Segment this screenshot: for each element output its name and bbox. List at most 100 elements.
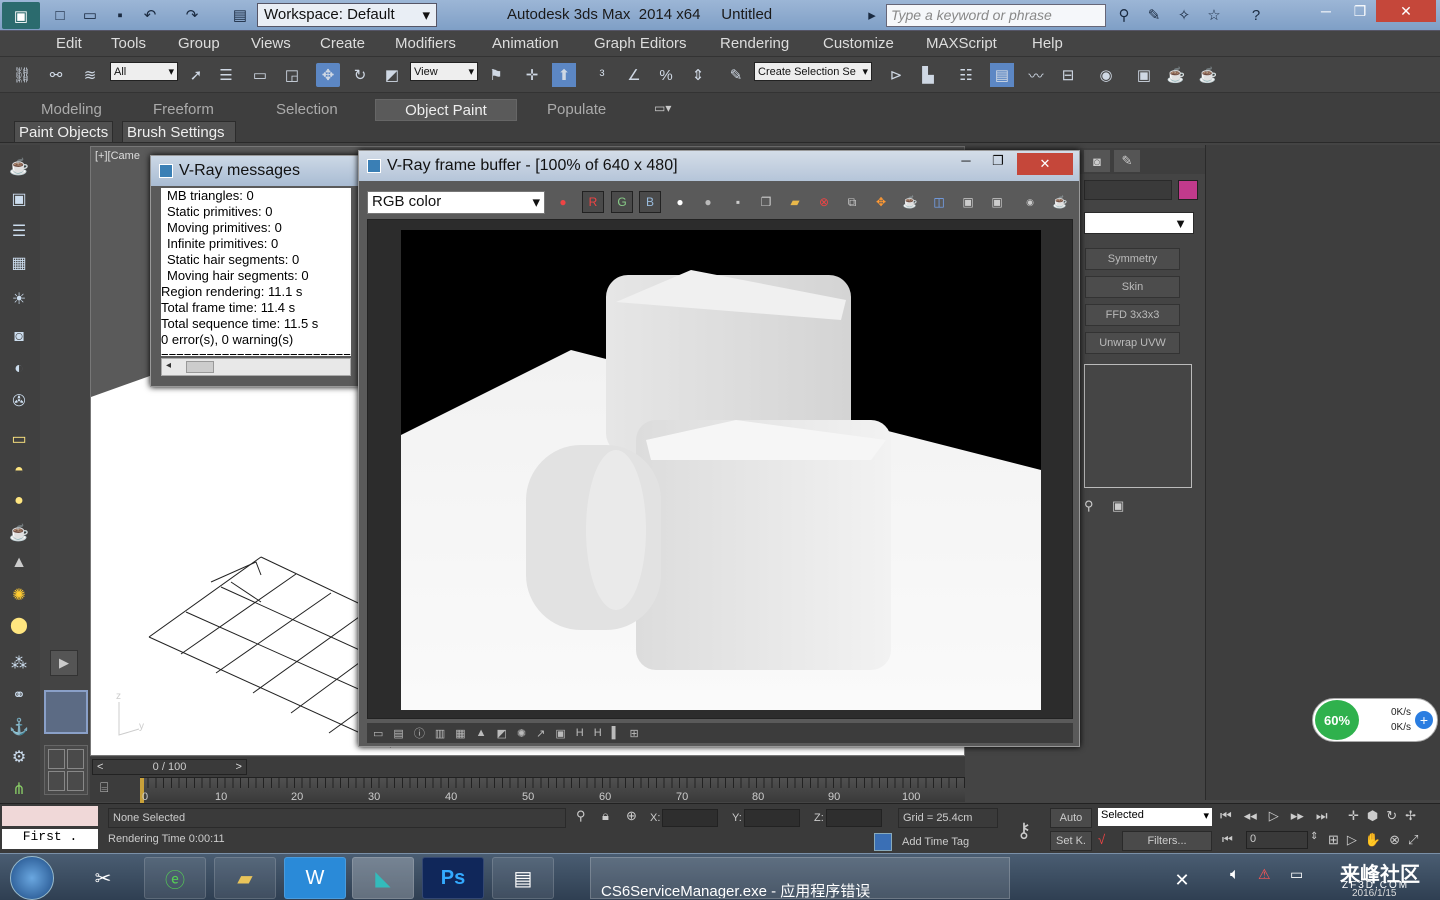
disc-icon[interactable]: ⬤ [6,613,32,637]
menu-edit[interactable]: Edit [56,35,82,52]
particles-icon[interactable]: ⁂ [6,651,32,675]
redo-icon[interactable]: ↷ [180,3,204,27]
levels-icon[interactable]: ▥ [435,727,445,740]
mini-curve-editor-icon[interactable]: ⌸ [100,779,108,796]
edit-named-sel-icon[interactable]: ✎ [724,63,748,87]
link-icon[interactable]: ⛓ [10,63,34,87]
word-app-icon[interactable]: W [284,857,346,899]
helper-icon[interactable]: ⚓ [6,715,32,739]
play-icon[interactable]: ▷ [1269,808,1279,824]
configure-modifier-icon[interactable]: ▣ [1112,498,1124,514]
track-bar[interactable]: 0 10 20 30 40 50 60 70 80 90 100 [140,777,965,803]
rect-selection-icon[interactable]: ▭ [248,63,272,87]
move-icon[interactable]: ✥ [316,63,340,87]
teapot-icon[interactable]: ☕ [6,155,32,179]
channels-icon[interactable]: ● [552,191,574,213]
tray-icon[interactable]: ▭ [1290,866,1303,883]
tab-modeling[interactable]: Modeling [33,99,110,121]
render-canvas[interactable] [367,219,1073,719]
h-icon[interactable]: H [576,727,584,739]
menu-graph-editors[interactable]: Graph Editors [594,35,687,52]
workspace-dropdown[interactable]: Workspace: Default ▾ [257,3,437,27]
film-icon[interactable]: ✇ [6,389,32,413]
sphere-icon[interactable]: ● [6,489,32,513]
x-coord-field[interactable] [662,809,718,827]
load-image-icon[interactable]: ▰ [784,191,806,213]
gear-icon[interactable]: ⚙ [6,745,32,769]
set-key-icon[interactable]: ⚷ [1004,812,1044,848]
menu-maxscript[interactable]: MAXScript [926,35,997,52]
expand-arrow-icon[interactable]: ▶ [50,650,78,676]
bind-space-warp-icon[interactable]: ≋ [78,63,102,87]
zoom-icon[interactable]: ✛ [1348,808,1359,824]
field-of-view-icon[interactable]: ⊞ [1328,832,1339,848]
add-time-tag[interactable]: Add Time Tag [902,836,969,848]
subtab-paint-objects[interactable]: Paint Objects [14,121,114,143]
angle-snap-icon[interactable]: ∠ [622,63,646,87]
goto-end-icon[interactable]: ⏭ [1316,808,1328,824]
srgb-icon[interactable]: ▣ [555,727,565,740]
blue-channel-button[interactable]: B [639,191,661,213]
undo-icon[interactable]: ↶ [138,3,162,27]
plane-icon[interactable]: ▭ [6,427,32,451]
menu-tools[interactable]: Tools [111,35,146,52]
tab-object-paint[interactable]: Object Paint [375,99,517,121]
next-frame-icon[interactable]: ▸▸ [1291,808,1304,824]
ocio-icon[interactable]: H [594,727,602,739]
connect-icon[interactable]: ✧ [1172,3,1196,27]
align-icon[interactable]: ▙ [916,63,940,87]
region-render-icon[interactable]: ✥ [870,191,892,213]
percent-snap-icon[interactable]: % [654,63,678,87]
maximize-viewport-icon[interactable]: ⤢ [1408,832,1418,848]
table-icon[interactable]: ▦ [6,251,32,275]
network-monitor-widget[interactable]: 60% 0K/s 0K/s + [1312,698,1438,742]
fb-minimize-button[interactable]: ─ [951,153,981,175]
spinner-snap-icon[interactable]: ⇕ [686,63,710,87]
app-menu-button[interactable]: ▣ [2,2,40,29]
save-image-icon[interactable]: ▪ [727,191,749,213]
auto-key-button[interactable]: Auto [1050,808,1092,828]
pivot-center-icon[interactable]: ⚑ [484,63,508,87]
scene-explorer-icon[interactable]: ▤ [990,63,1014,87]
display-correction-icon[interactable]: ↗ [536,727,545,740]
window-crossing-icon[interactable]: ◲ [280,63,304,87]
maximize-button[interactable]: ❐ [1342,0,1378,22]
binoculars-icon[interactable]: ⚲ [1112,3,1136,27]
camera-icon[interactable]: ◙ [6,325,32,349]
modifier-stack-list[interactable] [1084,364,1192,488]
lut-icon[interactable]: ▤ [393,727,403,740]
save-icon[interactable]: ▪ [108,3,132,27]
folder-app-icon[interactable]: ▰ [214,857,276,899]
close-button[interactable]: ✕ [1376,0,1436,22]
menu-modifiers[interactable]: Modifiers [395,35,456,52]
modifier-skin-button[interactable]: Skin [1085,276,1180,298]
histogram-icon[interactable]: ▲ [476,727,487,739]
teapot-object-icon[interactable]: ☕ [6,521,32,545]
scroll-left-icon[interactable]: ◂ [166,360,171,371]
info-icon[interactable]: ⓘ [414,725,425,741]
walkthrough-icon[interactable]: ▷ [1347,832,1357,848]
clear-icon[interactable]: ⊗ [813,191,835,213]
error-window-task[interactable]: CS6ServiceManager.exe - 应用程序错误 [590,857,1010,899]
message-log[interactable]: MB triangles: 0 Static primitives: 0 Mov… [161,188,351,356]
render-icon[interactable]: ☕ [1049,191,1071,213]
menu-views[interactable]: Views [251,35,291,52]
tab-freeform[interactable]: Freeform [145,99,222,121]
orbit-sub-icon[interactable]: ⊗ [1389,832,1400,848]
orbit-icon[interactable]: ↻ [1386,808,1397,824]
history-a-icon[interactable]: ▣ [957,191,979,213]
curve-icon[interactable]: ▦ [455,727,465,740]
menu-create[interactable]: Create [320,35,365,52]
select-by-name-icon[interactable]: ☰ [214,63,238,87]
start-button[interactable] [10,856,54,900]
current-frame-field[interactable]: 0 [1246,831,1308,849]
scissors-app-icon[interactable]: ✂ [72,857,134,899]
fb-close-button[interactable]: ✕ [1017,153,1073,175]
maxscript-listener-pink[interactable] [2,806,98,826]
alpha-icon[interactable]: ● [669,191,691,213]
menu-customize[interactable]: Customize [823,35,894,52]
color-bars-icon[interactable]: ▌ [612,727,620,739]
minimize-button[interactable]: ─ [1308,0,1344,22]
object-name-field[interactable] [1084,180,1172,200]
keyboard-shortcut-icon[interactable]: ⬆ [552,63,576,87]
